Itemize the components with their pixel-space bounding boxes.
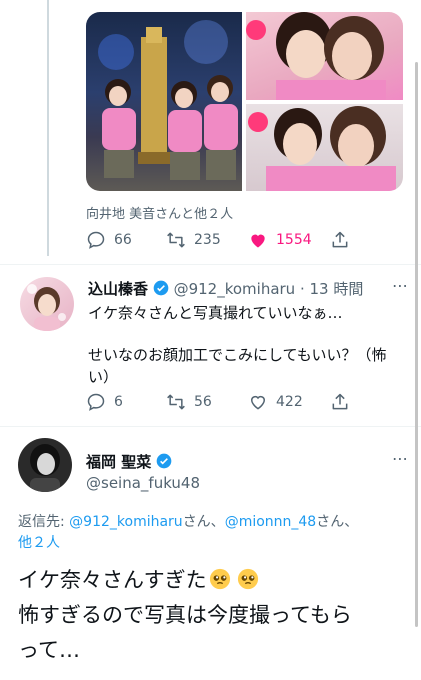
main-text-line1: イケ奈々さんすぎた <box>18 564 259 594</box>
main-text-line3: って… <box>18 638 80 662</box>
share-icon <box>332 231 348 248</box>
avatar-komiharu[interactable] <box>20 277 74 331</box>
main-text-line1-text: イケ奈々さんすぎた <box>18 568 207 592</box>
reply1-like-button[interactable]: 422 <box>248 392 303 412</box>
reply-to-line: 返信先: @912_komiharuさん、@mionnn_48さん、 他２人 <box>18 512 403 554</box>
main-handle[interactable]: @seina_fuku48 <box>86 474 200 492</box>
mention-komiharu[interactable]: @912_komiharu <box>69 514 183 530</box>
reply1-retweet-button[interactable]: 56 <box>166 392 212 412</box>
reply-to-sep1: さん、 <box>182 514 225 530</box>
reply-to-others[interactable]: 他２人 <box>18 535 60 551</box>
reply-icon <box>87 393 105 411</box>
divider <box>0 264 421 265</box>
retweet-button[interactable]: 235 <box>166 230 221 250</box>
heart-icon <box>250 395 266 410</box>
pleading-face-emoji <box>237 568 258 590</box>
reply1-text-line1: イケ奈々さんと写真撮れていいなぁ… <box>88 304 343 322</box>
scrollbar[interactable] <box>415 62 418 627</box>
divider <box>0 426 421 427</box>
mention-mionnn[interactable]: @mionnn_48 <box>225 514 317 530</box>
reply1-reply-count: 6 <box>114 394 123 410</box>
main-text-line2: 怖すぎるので写真は今度撮ってもら <box>18 603 352 627</box>
thread-line <box>47 0 49 256</box>
reply1-header: 込山榛香 @912_komiharu · 13 時間 <box>88 278 363 299</box>
pleading-face-emoji <box>209 568 230 590</box>
reply-button[interactable]: 66 <box>86 230 132 250</box>
share-button[interactable] <box>330 230 350 250</box>
reply1-reply-button[interactable]: 6 <box>86 392 123 412</box>
avatar-seina[interactable] <box>18 438 72 492</box>
main-author-name[interactable]: 福岡 聖菜 <box>86 453 151 471</box>
reply-to-prefix: 返信先: <box>18 514 70 530</box>
reply1-author-name[interactable]: 込山榛香 <box>88 280 148 298</box>
photo-two-girls-top[interactable] <box>246 12 403 100</box>
retweet-count: 235 <box>194 232 221 248</box>
reply-count: 66 <box>114 232 132 248</box>
share-icon <box>332 393 348 410</box>
retweet-icon <box>167 394 185 410</box>
photo-two-girls-bottom[interactable] <box>246 104 403 191</box>
reply1-like-count: 422 <box>276 394 303 410</box>
heart-icon <box>251 234 265 248</box>
reply-to-sep2: さん、 <box>316 514 359 530</box>
like-button[interactable]: 1554 <box>248 230 312 250</box>
more-icon[interactable]: ⋯ <box>392 449 409 468</box>
verified-badge-icon <box>156 453 172 469</box>
verified-badge-icon <box>153 280 169 296</box>
reply-icon <box>87 231 105 249</box>
liked-by-text[interactable]: 向井地 美音さんと他２人 <box>86 203 233 222</box>
like-count: 1554 <box>276 232 312 248</box>
reply1-handle-time[interactable]: @912_komiharu · 13 時間 <box>174 280 364 298</box>
reply1-text-line2: せいなのお顔加工でこみにしてもいい？（怖 <box>88 346 387 364</box>
photo-trophy-group[interactable] <box>86 12 242 191</box>
retweet-icon <box>167 232 185 248</box>
more-icon[interactable]: ⋯ <box>392 276 409 295</box>
reply1-text-line3: い） <box>88 368 119 386</box>
reply1-retweet-count: 56 <box>194 394 212 410</box>
reply1-share-button[interactable] <box>330 392 350 412</box>
main-author-row: 福岡 聖菜 <box>86 451 172 472</box>
